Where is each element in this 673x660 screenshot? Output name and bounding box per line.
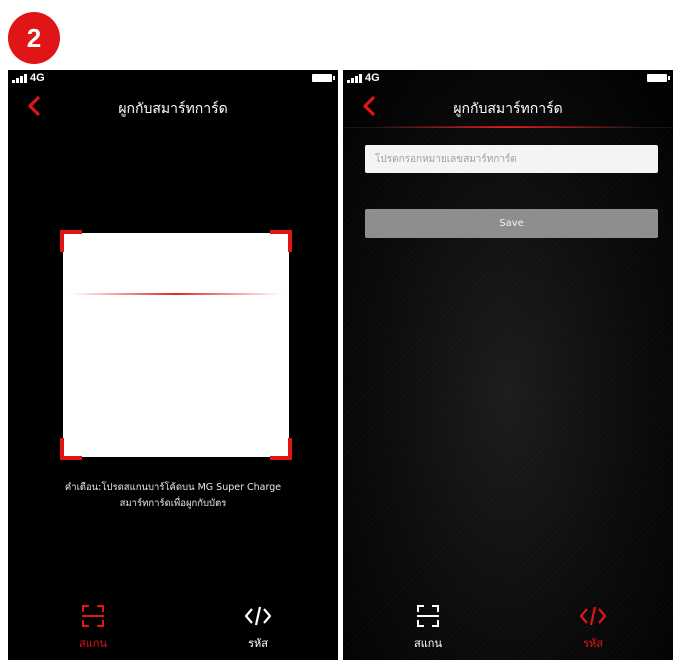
nav-divider (343, 127, 673, 128)
tab-label: รหัส (248, 637, 268, 650)
network-label: 4G (365, 72, 380, 84)
scan-icon (417, 605, 439, 627)
hint-line: สมาร์ทการ์ดเพื่อผูกกับบัตร (119, 498, 227, 509)
phone-screen-scan: 4G ผูกกับสมาร์ทการ์ด คำเตือน:โปรดสแกนบาร… (8, 70, 338, 660)
bottom-tab-bar: สแกน รหัส (343, 590, 673, 660)
tab-label: สแกน (414, 637, 442, 650)
battery-icon (312, 74, 335, 82)
viewfinder-corner (60, 438, 82, 460)
page-title: ผูกกับสมาร์ทการ์ด (118, 101, 228, 117)
signal-icon (347, 73, 362, 83)
scan-hint-text: คำเตือน:โปรดสแกนบาร์โค้ดบน MG Super Char… (28, 480, 318, 512)
hint-line: คำเตือน:โปรดสแกนบาร์โค้ดบน MG Super Char… (64, 482, 282, 493)
tab-label: สแกน (79, 637, 107, 650)
scan-area (63, 233, 289, 457)
viewfinder-corner (270, 230, 292, 252)
page-title: ผูกกับสมาร์ทการ์ด (453, 101, 563, 117)
scan-icon (82, 605, 104, 627)
status-bar: 4G (343, 70, 673, 88)
save-button[interactable]: Save (365, 209, 658, 238)
bottom-tab-bar: สแกน รหัส (8, 590, 338, 660)
viewfinder-corner (60, 230, 82, 252)
tab-scan[interactable]: สแกน (33, 590, 153, 660)
viewfinder-corner (270, 438, 292, 460)
battery-icon (647, 74, 670, 82)
signal-icon (12, 73, 27, 83)
nav-bar: ผูกกับสมาร์ทการ์ด (8, 88, 338, 126)
phone-screen-code: 4G ผูกกับสมาร์ทการ์ด Save สแกน รหัส (343, 70, 673, 660)
code-icon (244, 606, 272, 626)
code-icon (579, 606, 607, 626)
smart-card-number-input[interactable] (365, 145, 658, 173)
tab-code[interactable]: รหัส (533, 590, 653, 660)
tab-code[interactable]: รหัส (198, 590, 318, 660)
status-bar: 4G (8, 70, 338, 88)
tab-label: รหัส (583, 637, 603, 650)
step-number-badge: 2 (8, 12, 60, 64)
network-label: 4G (30, 72, 45, 84)
scan-laser-line (70, 293, 282, 295)
scan-viewfinder (60, 230, 292, 460)
nav-bar: ผูกกับสมาร์ทการ์ด (343, 88, 673, 126)
tab-scan[interactable]: สแกน (368, 590, 488, 660)
